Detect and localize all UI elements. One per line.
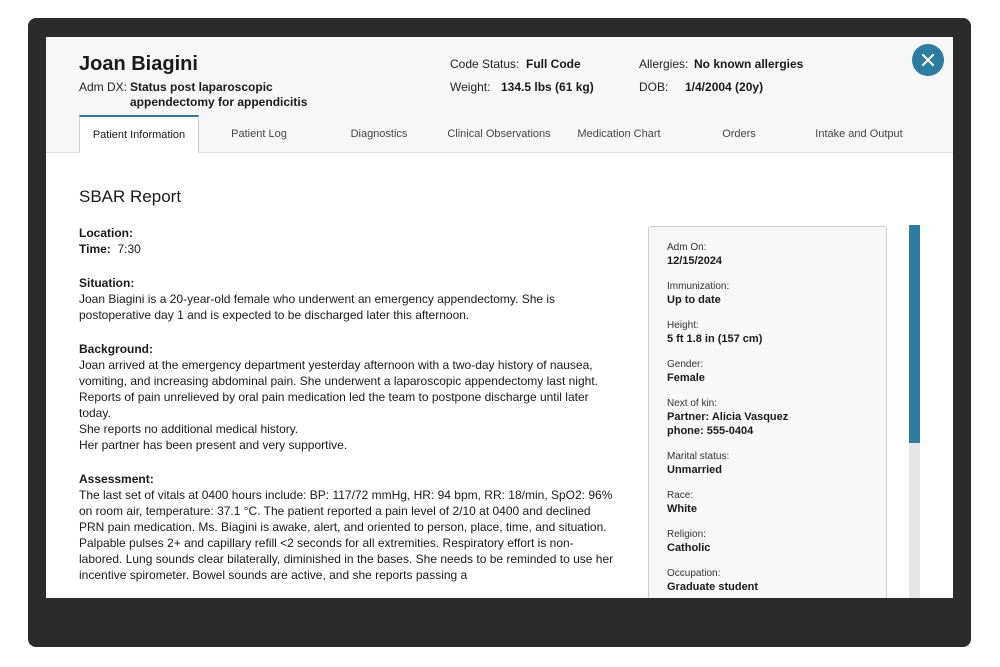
patient-details-card: Adm On: 12/15/2024 Immunization: Up to d… <box>648 226 887 598</box>
detail-value: 5 ft 1.8 in (157 cm) <box>667 333 763 345</box>
detail-value-phone: phone: 555-0404 <box>667 425 754 437</box>
assessment-text: The last set of vitals at 0400 hours inc… <box>79 488 614 582</box>
detail-value: White <box>667 503 697 515</box>
dob-label: DOB: <box>639 80 669 94</box>
patient-name: Joan Biagini <box>79 53 198 75</box>
tab-clinical-observations[interactable]: Clinical Observations <box>439 115 559 153</box>
detail-value: 12/15/2024 <box>667 255 723 267</box>
report-location-time: Location: Time: 7:30 <box>79 225 614 257</box>
adm-dx-label: Adm DX: <box>79 80 128 94</box>
detail-next-of-kin: Next of kin: Partner: Alicia Vasquez pho… <box>667 397 886 438</box>
sbar-report: Location: Time: 7:30 Situation: Joan Bia… <box>79 225 614 598</box>
section-title: SBAR Report <box>79 187 182 206</box>
detail-religion: Religion: Catholic <box>667 528 886 555</box>
close-button[interactable] <box>912 44 944 76</box>
tab-intake-and-output[interactable]: Intake and Output <box>799 115 919 153</box>
tab-bar: Patient Information Patient Log Diagnost… <box>79 115 919 153</box>
detail-label: Height: <box>667 320 699 331</box>
code-status-label: Code Status: <box>450 57 520 71</box>
report-background: Background: Joan arrived at the emergenc… <box>79 341 614 453</box>
tab-orders[interactable]: Orders <box>679 115 799 153</box>
detail-value: Partner: Alicia Vasquez <box>667 411 789 423</box>
detail-label: Race: <box>667 490 694 501</box>
adm-dx-value: Status post laparoscopic appendectomy fo… <box>130 80 308 109</box>
detail-value: Unmarried <box>667 464 723 476</box>
dob-value: 1/4/2004 (20y) <box>685 80 764 94</box>
report-assessment: Assessment: The last set of vitals at 04… <box>79 471 614 583</box>
allergies-value: No known allergies <box>694 57 804 71</box>
detail-label: Adm On: <box>667 242 707 253</box>
assessment-label: Assessment: <box>79 472 154 486</box>
detail-value: Up to date <box>667 294 721 306</box>
detail-label: Occupation: <box>667 568 721 579</box>
situation-text: Joan Biagini is a 20-year-old female who… <box>79 292 556 322</box>
detail-height: Height: 5 ft 1.8 in (157 cm) <box>667 319 886 346</box>
detail-label: Marital status: <box>667 451 730 462</box>
detail-marital-status: Marital status: Unmarried <box>667 450 886 477</box>
detail-value: Catholic <box>667 542 711 554</box>
detail-adm-on: Adm On: 12/15/2024 <box>667 241 886 268</box>
detail-occupation: Occupation: Graduate student <box>667 567 886 594</box>
situation-label: Situation: <box>79 276 135 290</box>
detail-value: Graduate student <box>667 581 759 593</box>
weight-value: 134.5 lbs (61 kg) <box>501 80 594 94</box>
detail-label: Immunization: <box>667 281 730 292</box>
background-line: Her partner has been present and very su… <box>79 438 348 452</box>
detail-immunization: Immunization: Up to date <box>667 280 886 307</box>
detail-value: Female <box>667 372 705 384</box>
detail-race: Race: White <box>667 489 886 516</box>
tab-medication-chart[interactable]: Medication Chart <box>559 115 679 153</box>
report-situation: Situation: Joan Biagini is a 20-year-old… <box>79 275 614 323</box>
time-value: 7:30 <box>117 242 141 256</box>
weight-label: Weight: <box>450 80 491 94</box>
code-status-value: Full Code <box>526 57 581 71</box>
detail-label: Gender: <box>667 359 704 370</box>
detail-label: Next of kin: <box>667 398 718 409</box>
detail-gender: Gender: Female <box>667 358 886 385</box>
patient-header: Joan Biagini Adm DX: Status post laparos… <box>46 37 953 153</box>
tab-patient-information[interactable]: Patient Information <box>79 115 199 153</box>
close-icon <box>922 54 934 66</box>
tab-patient-log[interactable]: Patient Log <box>199 115 319 153</box>
location-label: Location: <box>79 226 133 240</box>
background-line: Reports of pain unrelieved by oral pain … <box>79 390 589 420</box>
background-line: Joan arrived at the emergency department… <box>79 358 598 388</box>
time-label: Time: <box>79 242 111 256</box>
allergies-label: Allergies: <box>639 57 689 71</box>
scrollbar-thumb[interactable] <box>909 225 920 443</box>
patient-modal: Joan Biagini Adm DX: Status post laparos… <box>46 37 953 598</box>
detail-label: Religion: <box>667 529 706 540</box>
tab-diagnostics[interactable]: Diagnostics <box>319 115 439 153</box>
background-line: She reports no additional medical histor… <box>79 422 299 436</box>
background-label: Background: <box>79 342 154 356</box>
